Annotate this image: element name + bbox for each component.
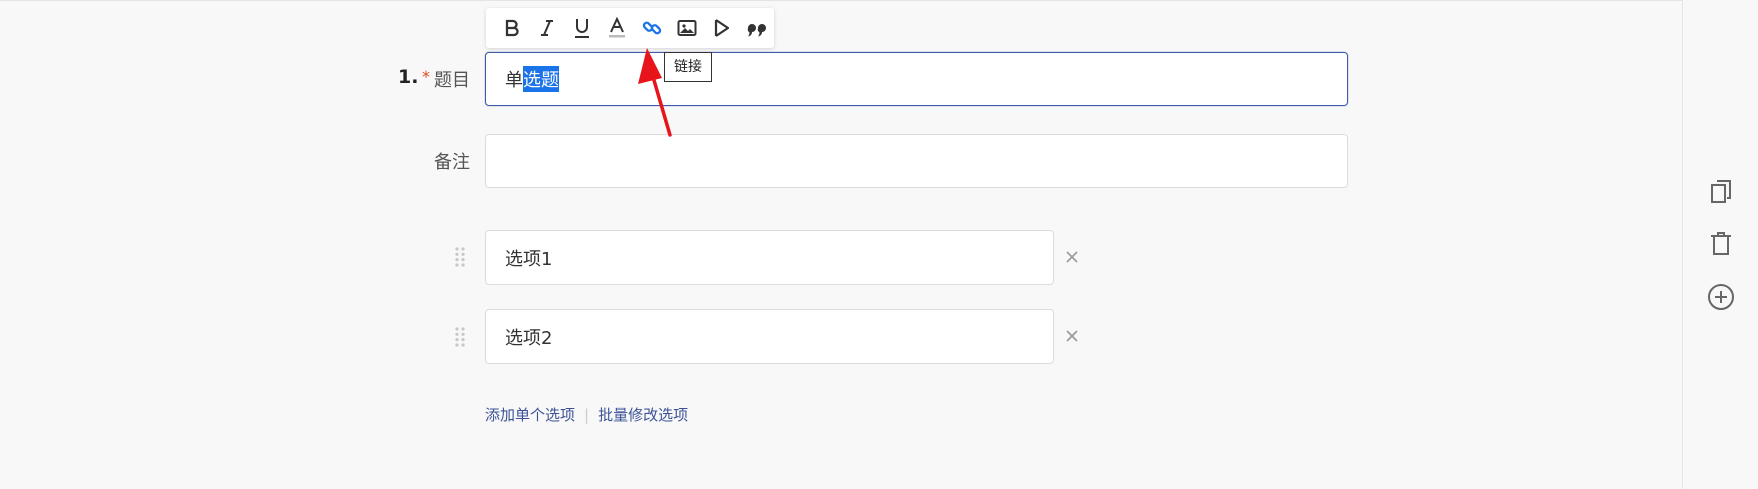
underline-button[interactable] — [564, 13, 599, 43]
add-single-option-link[interactable]: 添加单个选项 — [485, 404, 575, 425]
remove-option-1-button[interactable] — [1062, 247, 1082, 267]
option-input-2[interactable]: 选项2 — [485, 309, 1054, 364]
question-label: 题目 — [434, 70, 470, 91]
font-color-button[interactable] — [599, 13, 634, 43]
underline-icon — [574, 19, 589, 38]
add-question-button[interactable] — [1706, 282, 1736, 312]
italic-button[interactable] — [529, 13, 564, 43]
rich-text-toolbar — [486, 8, 774, 48]
top-divider — [0, 0, 1758, 1]
drag-handle-icon[interactable] — [454, 326, 466, 348]
link-tooltip: 链接 — [664, 52, 712, 82]
copy-icon — [1711, 180, 1731, 203]
quote-icon — [747, 24, 766, 37]
drag-handle-icon[interactable] — [454, 246, 466, 268]
question-title-input[interactable]: 单选题 — [485, 52, 1348, 106]
italic-icon — [540, 20, 553, 36]
video-button[interactable] — [704, 13, 739, 43]
note-input[interactable] — [485, 134, 1348, 188]
link-icon — [642, 21, 661, 35]
trash-icon — [1711, 232, 1731, 255]
font-color-icon — [608, 17, 625, 38]
remove-option-2-button[interactable] — [1062, 326, 1082, 346]
bold-button[interactable] — [494, 13, 529, 43]
quote-button[interactable] — [739, 13, 774, 43]
required-mark: * — [422, 67, 430, 86]
video-icon — [714, 19, 729, 37]
close-icon — [1066, 251, 1078, 263]
batch-edit-options-link[interactable]: 批量修改选项 — [598, 404, 688, 425]
link-button[interactable] — [634, 13, 669, 43]
title-text-selected: 选题 — [523, 66, 559, 92]
question-number: 1. — [398, 66, 419, 88]
image-button[interactable] — [669, 13, 704, 43]
bold-icon — [505, 19, 519, 37]
image-icon — [677, 20, 696, 36]
close-icon — [1066, 330, 1078, 342]
option-input-1[interactable]: 选项1 — [485, 230, 1054, 285]
title-text-prefix: 单 — [505, 70, 523, 91]
link-separator: | — [584, 405, 590, 424]
copy-question-button[interactable] — [1706, 177, 1736, 207]
option-actions: 添加单个选项 | 批量修改选项 — [485, 404, 688, 425]
plus-circle-icon — [1708, 284, 1734, 310]
note-label: 备注 — [434, 152, 470, 173]
delete-question-button[interactable] — [1706, 229, 1736, 259]
